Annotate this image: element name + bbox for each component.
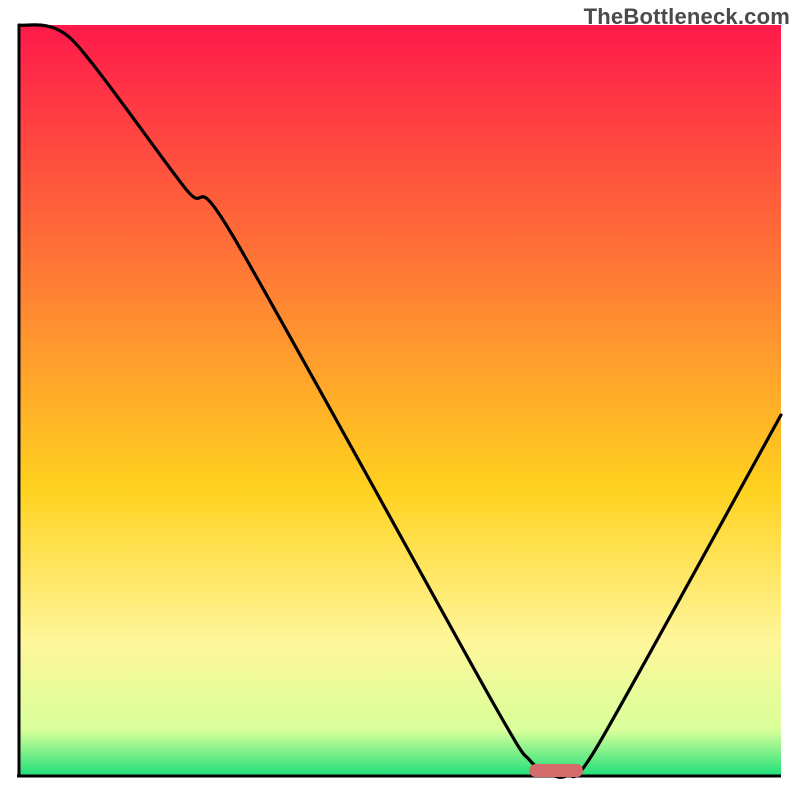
- min-marker: [530, 764, 583, 777]
- bottleneck-chart: [0, 0, 800, 800]
- watermark-text: TheBottleneck.com: [584, 4, 790, 30]
- chart-stage: TheBottleneck.com: [0, 0, 800, 800]
- plot-background: [19, 25, 781, 775]
